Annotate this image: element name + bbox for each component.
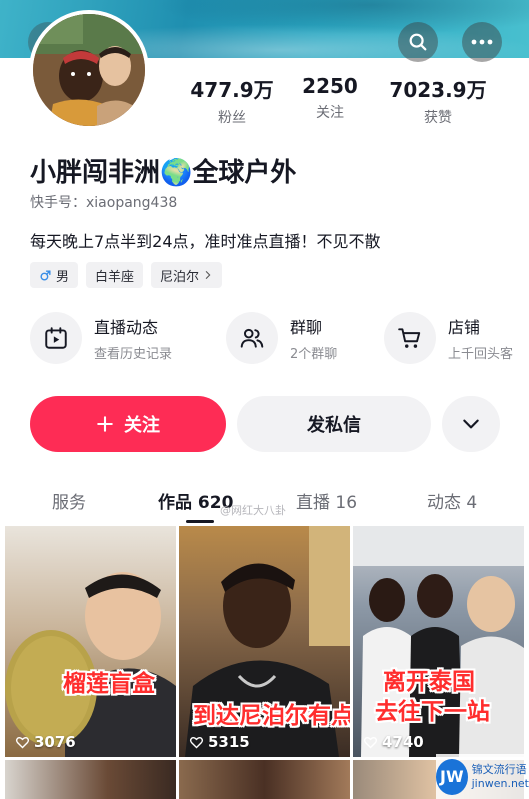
stat-following[interactable]: 2250 关注 — [284, 74, 376, 127]
stat-followers[interactable]: 477.9万 粉丝 — [180, 74, 284, 127]
stat-value: 477.9万 — [190, 78, 274, 102]
service-subtitle: 2个群聊 — [290, 347, 338, 362]
tag-label: 尼泊尔 — [160, 269, 200, 285]
male-icon — [40, 269, 51, 281]
tag-label: 男 — [56, 269, 70, 285]
profile-tabs: 服务 作品 620 直播 16 动态 4 @网红大八卦 — [0, 474, 529, 524]
stat-label: 关注 — [316, 105, 344, 121]
live-calendar-icon — [30, 312, 82, 364]
tag-label: 白羊座 — [95, 269, 135, 285]
stat-label: 粉丝 — [218, 110, 246, 126]
video-caption: 到达尼泊尔有点冷 — [193, 703, 350, 729]
service-title: 群聊 — [290, 318, 323, 337]
video-caption: 去往下一站 — [375, 699, 490, 725]
watermark: @网红大八卦 — [220, 504, 286, 517]
service-title: 直播动态 — [94, 318, 159, 337]
active-tab-indicator — [186, 520, 214, 523]
service-shop[interactable]: 店铺 上千回头客 — [384, 312, 513, 364]
service-subtitle: 查看历史记录 — [94, 347, 173, 362]
logo-mark: JW — [436, 758, 468, 795]
service-live-history[interactable]: 直播动态 查看历史记录 — [30, 312, 172, 364]
message-button[interactable]: 发私信 — [237, 396, 431, 452]
service-group-chat[interactable]: 群聊 2个群聊 — [226, 312, 337, 364]
profile-stats: 477.9万 粉丝 2250 关注 7023.9万 获赞 — [180, 74, 520, 127]
plus-icon — [97, 416, 113, 432]
service-title: 店铺 — [448, 318, 481, 337]
cart-icon — [384, 312, 436, 364]
more-dots-icon — [471, 39, 493, 45]
avatar-photo — [33, 14, 145, 126]
chevron-down-icon — [463, 419, 479, 429]
handle-value[interactable]: xiaopang438 — [86, 195, 177, 211]
profile-handle: 快手号：xiaopang438 — [30, 192, 177, 212]
video-thumbnail[interactable] — [5, 760, 176, 799]
stat-likes[interactable]: 7023.9万 获赞 — [376, 74, 500, 127]
chevron-right-icon — [205, 271, 211, 279]
heart-icon — [363, 736, 378, 748]
tab-services[interactable]: 服务 — [52, 488, 86, 513]
video-thumbnail[interactable] — [179, 760, 350, 799]
follow-button[interactable]: 关注 — [30, 396, 226, 452]
expand-recommend-button[interactable] — [442, 396, 500, 452]
tab-live[interactable]: 直播 16 — [296, 488, 357, 513]
thumbnail-art — [5, 572, 176, 757]
tag-gender: 男 — [30, 262, 79, 288]
logo-line: jinwen.net — [471, 776, 529, 790]
video-thumbnail[interactable]: 榴莲盲盒 3076 — [5, 526, 176, 757]
stat-value: 2250 — [302, 74, 358, 98]
site-logo: JW 锦文流行语 jinwen.net — [436, 754, 529, 799]
video-likes-count: 5315 — [208, 733, 250, 751]
profile-nickname: 小胖闯非洲🌍全球户外 — [30, 158, 297, 188]
video-likes: 4740 — [363, 733, 424, 751]
tag-location[interactable]: 尼泊尔 — [151, 262, 223, 288]
video-likes-count: 3076 — [34, 733, 76, 751]
follow-label: 关注 — [124, 415, 160, 436]
stat-value: 7023.9万 — [389, 78, 487, 102]
handle-label: 快手号： — [30, 195, 86, 211]
heart-icon — [189, 736, 204, 748]
video-caption: 榴莲盲盒 — [63, 671, 155, 697]
search-button[interactable] — [398, 22, 438, 62]
video-caption: 离开泰国 — [383, 669, 475, 695]
heart-icon — [15, 736, 30, 748]
more-options-button[interactable] — [462, 22, 502, 62]
video-likes-count: 4740 — [382, 733, 424, 751]
avatar[interactable] — [29, 10, 149, 130]
service-subtitle: 上千回头客 — [448, 347, 514, 362]
video-thumbnail[interactable]: 到达尼泊尔有点冷 5315 — [179, 526, 350, 757]
group-chat-icon — [226, 312, 278, 364]
tab-moments[interactable]: 动态 4 — [427, 488, 477, 513]
tag-zodiac: 白羊座 — [86, 262, 144, 288]
search-icon — [409, 33, 427, 51]
message-label: 发私信 — [307, 415, 361, 436]
video-likes: 3076 — [15, 733, 76, 751]
profile-services: 直播动态 查看历史记录 群聊 2个群聊 店铺 上千回头客 — [30, 312, 529, 368]
logo-line: 锦文流行语 — [471, 762, 527, 776]
stat-label: 获赞 — [424, 110, 452, 126]
profile-bio: 每天晚上7点半到24点，准时准点直播！不见不散 — [30, 232, 381, 251]
video-thumbnail[interactable]: 离开泰国 去往下一站 4740 — [353, 526, 524, 757]
profile-tags: 男 白羊座 尼泊尔 — [30, 262, 223, 288]
video-likes: 5315 — [189, 733, 250, 751]
